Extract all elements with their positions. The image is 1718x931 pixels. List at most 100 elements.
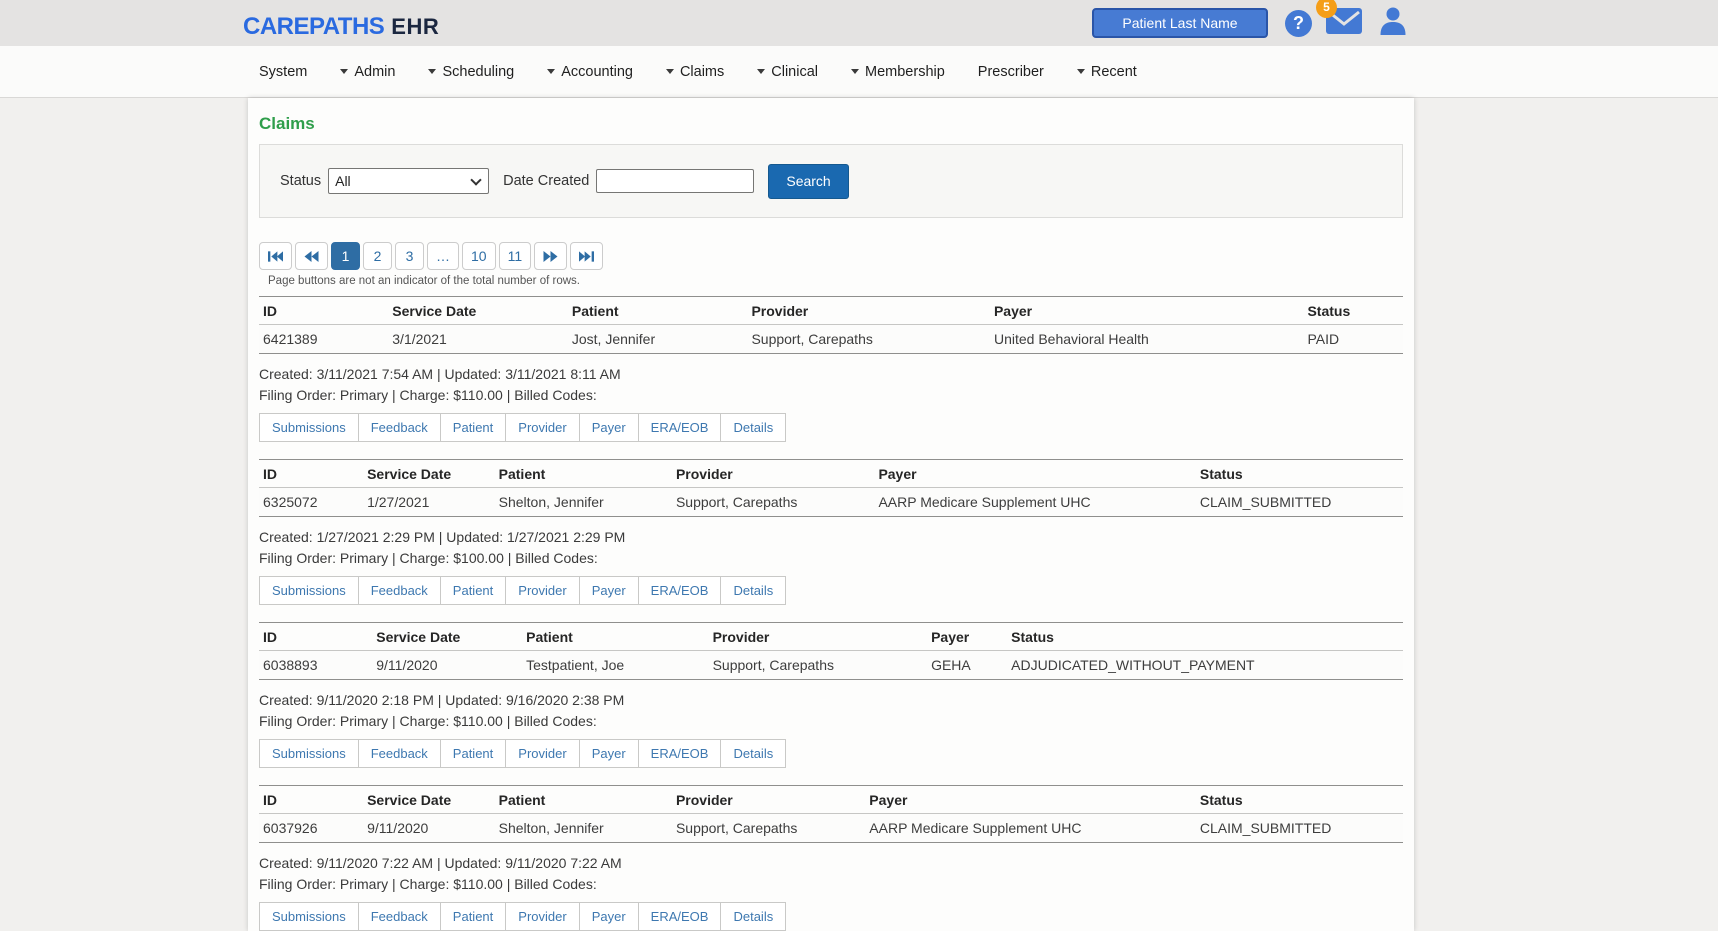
column-header-payer: Payer (874, 460, 1195, 488)
patient-last-name-search[interactable]: Patient Last Name (1092, 8, 1268, 38)
search-button[interactable]: Search (768, 164, 848, 199)
pagination-next-button[interactable] (534, 242, 567, 270)
column-header-status: Status (1196, 460, 1403, 488)
logo-ehr-text: EHR (391, 14, 439, 40)
claim-era-eob-button[interactable]: ERA/EOB (638, 739, 722, 768)
app-logo[interactable]: carepaths EHR (243, 6, 439, 40)
column-header-payer: Payer (927, 623, 1007, 651)
caret-down-icon (428, 69, 436, 74)
claim-feedback-button[interactable]: Feedback (358, 576, 441, 605)
column-header-service-date: Service Date (372, 623, 522, 651)
column-header-provider: Provider (672, 786, 865, 814)
column-header-status: Status (1007, 623, 1403, 651)
claim-patient-button[interactable]: Patient (440, 576, 506, 605)
nav-item-claims[interactable]: Claims (666, 64, 724, 80)
page-title: Claims (259, 114, 1403, 134)
column-header-service-date: Service Date (363, 460, 495, 488)
caret-down-icon (547, 69, 555, 74)
claim-cell-payer: United Behavioral Health (990, 325, 1303, 354)
date-created-label: Date Created (503, 173, 589, 189)
claim-provider-button[interactable]: Provider (505, 413, 579, 442)
claim-feedback-button[interactable]: Feedback (358, 739, 441, 768)
claim-provider-button[interactable]: Provider (505, 739, 579, 768)
claim-cell-status: CLAIM_SUBMITTED (1196, 488, 1403, 517)
claim-row: 60388939/11/2020Testpatient, JoeSupport,… (259, 651, 1403, 680)
claim-details-button[interactable]: Details (720, 413, 786, 442)
caret-down-icon (666, 69, 674, 74)
claim-submissions-button[interactable]: Submissions (259, 576, 359, 605)
claim-cell-id: 6038893 (259, 651, 372, 680)
nav-item-membership[interactable]: Membership (851, 64, 945, 80)
claim-era-eob-button[interactable]: ERA/EOB (638, 576, 722, 605)
pagination-prev-button[interactable] (295, 242, 328, 270)
claim-patient-button[interactable]: Patient (440, 902, 506, 931)
claim-payer-button[interactable]: Payer (579, 739, 639, 768)
nav-item-clinical[interactable]: Clinical (757, 64, 818, 80)
last-page-icon (579, 251, 594, 262)
claim-card: IDService DatePatientProviderPayerStatus… (259, 622, 1403, 768)
claim-details-button[interactable]: Details (720, 739, 786, 768)
claim-era-eob-button[interactable]: ERA/EOB (638, 902, 722, 931)
claim-submissions-button[interactable]: Submissions (259, 739, 359, 768)
claim-era-eob-button[interactable]: ERA/EOB (638, 413, 722, 442)
claim-filing-charge: Filing Order: Primary | Charge: $110.00 … (259, 387, 1403, 403)
column-header-id: ID (259, 460, 363, 488)
help-icon[interactable]: ? (1285, 10, 1312, 37)
claim-feedback-button[interactable]: Feedback (358, 413, 441, 442)
nav-item-label: Clinical (771, 64, 818, 80)
pagination-page-3-button[interactable]: 3 (395, 242, 424, 270)
claim-feedback-button[interactable]: Feedback (358, 902, 441, 931)
claim-patient-button[interactable]: Patient (440, 739, 506, 768)
pagination-page-11-button[interactable]: 11 (499, 242, 532, 270)
claim-submissions-button[interactable]: Submissions (259, 902, 359, 931)
claim-cell-service_date: 9/11/2020 (363, 814, 495, 843)
claim-cell-payer: AARP Medicare Supplement UHC (865, 814, 1196, 843)
claim-cell-payer: GEHA (927, 651, 1007, 680)
pagination-page-10-button[interactable]: 10 (462, 242, 496, 270)
claim-card: IDService DatePatientProviderPayerStatus… (259, 785, 1403, 931)
claim-cell-patient: Testpatient, Joe (522, 651, 708, 680)
claim-payer-button[interactable]: Payer (579, 413, 639, 442)
caret-down-icon (757, 69, 765, 74)
user-profile-button[interactable] (1378, 7, 1408, 40)
nav-item-label: Scheduling (442, 64, 514, 80)
pagination-first-button[interactable] (259, 242, 292, 270)
column-header-id: ID (259, 786, 363, 814)
pagination-page-1-button[interactable]: 1 (331, 242, 360, 270)
claim-submissions-button[interactable]: Submissions (259, 413, 359, 442)
pagination-last-button[interactable] (570, 242, 603, 270)
nav-item-system[interactable]: System (259, 64, 307, 80)
pagination-ellipsis[interactable]: … (427, 242, 459, 270)
claim-payer-button[interactable]: Payer (579, 902, 639, 931)
claim-details-button[interactable]: Details (720, 576, 786, 605)
nav-item-accounting[interactable]: Accounting (547, 64, 633, 80)
nav-item-admin[interactable]: Admin (340, 64, 395, 80)
claim-cell-provider: Support, Carepaths (709, 651, 928, 680)
nav-item-label: Recent (1091, 64, 1137, 80)
column-header-payer: Payer (865, 786, 1196, 814)
claim-action-buttons: SubmissionsFeedbackPatientProviderPayerE… (259, 739, 786, 768)
claim-payer-button[interactable]: Payer (579, 576, 639, 605)
date-created-input[interactable] (596, 169, 754, 193)
claim-cell-service_date: 9/11/2020 (372, 651, 522, 680)
pagination: 123…1011 (259, 242, 1403, 270)
claim-details-button[interactable]: Details (720, 902, 786, 931)
claim-cell-status: PAID (1303, 325, 1403, 354)
status-select[interactable]: All (328, 168, 489, 194)
messages-button[interactable]: 5 (1326, 8, 1362, 39)
claim-cell-provider: Support, Carepaths (747, 325, 990, 354)
nav-item-prescriber[interactable]: Prescriber (978, 64, 1044, 80)
claim-filing-charge: Filing Order: Primary | Charge: $100.00 … (259, 550, 1403, 566)
page-background: Claims Status All Date Created Search 12… (0, 98, 1718, 931)
nav-item-scheduling[interactable]: Scheduling (428, 64, 514, 80)
column-header-patient: Patient (495, 460, 672, 488)
nav-item-recent[interactable]: Recent (1077, 64, 1137, 80)
pagination-page-2-button[interactable]: 2 (363, 242, 392, 270)
claim-filing-charge: Filing Order: Primary | Charge: $110.00 … (259, 713, 1403, 729)
claim-action-buttons: SubmissionsFeedbackPatientProviderPayerE… (259, 902, 786, 931)
claim-table: IDService DatePatientProviderPayerStatus… (259, 459, 1403, 517)
claim-created-updated: Created: 3/11/2021 7:54 AM | Updated: 3/… (259, 366, 1403, 382)
claim-provider-button[interactable]: Provider (505, 576, 579, 605)
claim-provider-button[interactable]: Provider (505, 902, 579, 931)
claim-patient-button[interactable]: Patient (440, 413, 506, 442)
